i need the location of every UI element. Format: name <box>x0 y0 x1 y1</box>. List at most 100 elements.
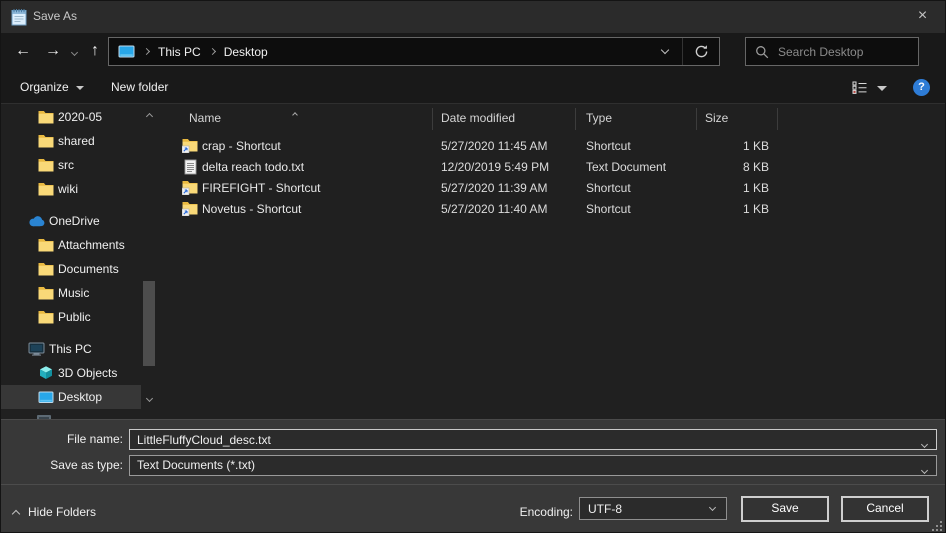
search-icon <box>755 45 769 59</box>
sidebar-item-label: OneDrive <box>49 214 100 228</box>
file-row-delta-reach-todo-txt[interactable]: delta reach todo.txt12/20/2019 5:49 PMTe… <box>166 156 946 177</box>
save-as-type-chevron-icon[interactable] <box>922 462 927 476</box>
sidebar-item-2020-05[interactable]: 2020-05 <box>1 105 141 129</box>
sidebar-tree: 2020-05 shared src wiki OneDrive Attachments D… <box>1 104 166 419</box>
desktop-icon <box>37 391 54 404</box>
file-name: FIREFIGHT - Shortcut <box>202 181 320 195</box>
previous-locations-button[interactable] <box>648 38 682 65</box>
chevron-right-icon <box>143 48 150 55</box>
folder-shortcut-icon <box>182 138 198 153</box>
breadcrumb-item-desktop[interactable]: Desktop <box>224 45 268 59</box>
folder-shortcut-icon <box>182 201 198 216</box>
file-type: Text Document <box>576 160 697 174</box>
file-size: 1 KB <box>697 181 778 195</box>
sidebar-item-label: Attachments <box>58 238 125 252</box>
file-date-modified: 12/20/2019 5:49 PM <box>433 160 576 174</box>
column-headers: NameDate modifiedTypeSize <box>166 104 946 131</box>
sidebar-item-onedrive[interactable]: OneDrive <box>1 209 141 233</box>
save-as-type-label: Save as type: <box>1 455 123 476</box>
sidebar-item-label: src <box>58 158 74 172</box>
close-button[interactable]: × <box>900 1 945 32</box>
panel-divider <box>1 484 946 485</box>
scroll-down-button[interactable] <box>143 393 155 407</box>
file-name-chevron-icon[interactable] <box>922 436 927 450</box>
change-view-button[interactable] <box>852 71 868 103</box>
sidebar-item-shared[interactable]: shared <box>1 129 141 153</box>
view-options-chevron[interactable] <box>877 71 887 103</box>
sidebar-item-documents[interactable]: Documents <box>1 257 141 281</box>
recent-locations-chevron-icon[interactable] <box>67 33 81 71</box>
refresh-button[interactable] <box>683 38 719 65</box>
encoding-label: Encoding: <box>520 502 573 522</box>
sidebar-item-desktop[interactable]: Desktop <box>1 385 141 409</box>
file-size: 8 KB <box>697 160 778 174</box>
file-row-crap-shortcut[interactable]: crap - Shortcut5/27/2020 11:45 AMShortcu… <box>166 135 946 156</box>
sidebar-item-this-pc[interactable]: This PC <box>1 337 141 361</box>
this-pc-icon <box>118 45 135 59</box>
sidebar-item-label: Public <box>58 310 91 324</box>
sidebar-scrollbar[interactable] <box>143 104 155 409</box>
sidebar-item-partial <box>37 412 51 419</box>
file-date-modified: 5/27/2020 11:40 AM <box>433 202 576 216</box>
chevron-up-icon <box>12 509 20 517</box>
column-header-type[interactable]: Type <box>576 108 697 130</box>
save-as-type-select[interactable]: Text Documents (*.txt) <box>129 455 937 476</box>
chevron-right-icon <box>209 48 216 55</box>
save-button[interactable]: Save <box>741 496 829 522</box>
hide-folders-button[interactable]: Hide Folders <box>13 502 96 522</box>
search-input[interactable]: Search Desktop <box>745 37 919 66</box>
sidebar-item-src[interactable]: src <box>1 153 141 177</box>
text-document-icon <box>182 159 198 175</box>
sidebar-item-attachments[interactable]: Attachments <box>1 233 141 257</box>
organize-button[interactable]: Organize <box>20 71 84 103</box>
file-list: NameDate modifiedTypeSize crap - Shortcu… <box>166 104 946 419</box>
folder-icon <box>37 238 54 252</box>
sidebar-item-music[interactable]: Music <box>1 281 141 305</box>
folder-icon <box>37 158 54 172</box>
3d-objects-icon <box>37 365 54 381</box>
file-name-input[interactable] <box>129 429 937 450</box>
file-row-firefight-shortcut[interactable]: FIREFIGHT - Shortcut5/27/2020 11:39 AMSh… <box>166 177 946 198</box>
new-folder-button[interactable]: New folder <box>111 71 168 103</box>
sidebar-item-label: Music <box>58 286 89 300</box>
file-date-modified: 5/27/2020 11:45 AM <box>433 139 576 153</box>
scroll-up-button[interactable] <box>143 108 155 122</box>
sidebar-item-label: This PC <box>49 342 92 356</box>
resize-grip[interactable] <box>940 521 942 523</box>
chevron-down-icon <box>76 86 84 90</box>
new-folder-label: New folder <box>111 80 168 94</box>
file-size: 1 KB <box>697 139 778 153</box>
encoding-select[interactable]: UTF-8 <box>579 497 727 520</box>
folder-icon <box>37 134 54 148</box>
column-header-size[interactable]: Size <box>697 108 778 130</box>
column-header-name[interactable]: Name <box>166 108 433 130</box>
breadcrumb-item-this-pc[interactable]: This PC <box>158 45 201 59</box>
scrollbar-thumb[interactable] <box>143 281 155 366</box>
save-as-dialog: Save As × ← → ↑ This PCDesktop Search De… <box>0 0 946 533</box>
bottom-panel: File name: Save as type: Text Documents … <box>1 419 946 533</box>
sidebar-item-wiki[interactable]: wiki <box>1 177 141 201</box>
back-button[interactable]: ← <box>11 33 35 71</box>
details-view-icon <box>852 81 868 94</box>
folder-icon <box>37 182 54 196</box>
chevron-down-icon <box>709 503 716 510</box>
file-row-novetus-shortcut[interactable]: Novetus - Shortcut5/27/2020 11:40 AMShor… <box>166 198 946 219</box>
onedrive-icon <box>28 215 45 227</box>
notepad-icon <box>10 7 28 27</box>
forward-button[interactable]: → <box>41 33 65 71</box>
address-bar[interactable]: This PC Desktop <box>108 37 720 66</box>
sidebar-item-label: 2020-05 <box>58 110 102 124</box>
sidebar-item-public[interactable]: Public <box>1 305 141 329</box>
sidebar-item-label: 3D Objects <box>58 366 117 380</box>
file-type: Shortcut <box>576 202 697 216</box>
refresh-icon <box>694 44 709 59</box>
cancel-button[interactable]: Cancel <box>841 496 929 522</box>
breadcrumb: This PC Desktop <box>135 45 268 59</box>
hide-folders-label: Hide Folders <box>28 505 96 519</box>
up-button[interactable]: ↑ <box>85 33 105 71</box>
column-header-date-modified[interactable]: Date modified <box>433 108 576 130</box>
help-button[interactable]: ? <box>913 79 930 96</box>
sidebar-item-3d-objects[interactable]: 3D Objects <box>1 361 141 385</box>
file-name: crap - Shortcut <box>202 139 281 153</box>
navigation-bar: ← → ↑ This PC Desktop Search Desktop <box>1 33 945 71</box>
